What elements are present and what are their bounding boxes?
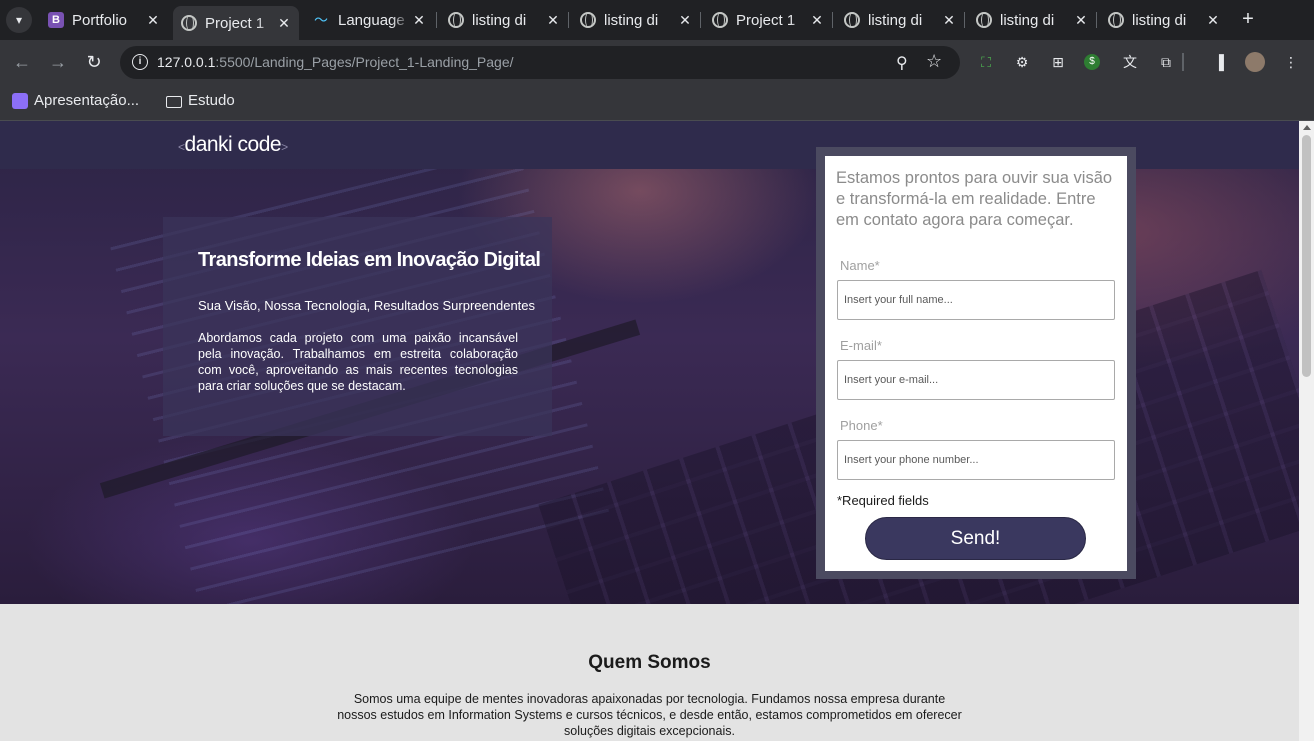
tab-title: Portfolio	[72, 11, 128, 29]
url-text[interactable]: 127.0.0.1:5500/Landing_Pages/Project_1-L…	[157, 54, 514, 70]
send-button[interactable]: Send!	[865, 517, 1086, 560]
tab-listing-3[interactable]: listing di ✕	[836, 6, 964, 34]
tab-separator	[832, 12, 833, 28]
tab-title: listing di	[604, 11, 659, 29]
page-scrollbar[interactable]	[1299, 121, 1314, 741]
new-tab-button[interactable]: +	[1236, 8, 1260, 30]
bookmark-folder-estudo[interactable]: Estudo	[166, 92, 235, 109]
tab-separator	[964, 12, 965, 28]
email-input[interactable]	[837, 360, 1115, 400]
tab-title: listing di	[868, 11, 923, 29]
intro-box: Transforme Ideias em Inovação Digital Su…	[163, 217, 552, 436]
zoom-icon[interactable]: ⚲	[896, 53, 908, 73]
tab-project-1[interactable]: Project 1 ✕	[704, 6, 832, 34]
screenshot-extension-icon[interactable]: ⛶	[976, 52, 996, 72]
reload-icon[interactable]: ↻	[83, 51, 105, 73]
app-icon	[12, 92, 28, 109]
bookmark-label: Apresentação...	[34, 92, 140, 109]
hero-subtitle: Sua Visão, Nossa Tecnologia, Resultados …	[198, 298, 536, 313]
close-icon[interactable]: ✕	[144, 12, 162, 29]
tab-listing-4[interactable]: listing di ✕	[968, 6, 1096, 34]
browser-toolbar: ← → ↻ i 127.0.0.1:5500/Landing_Pages/Pro…	[0, 40, 1314, 85]
url-path: :5500/Landing_Pages/Project_1-Landing_Pa…	[215, 54, 514, 70]
back-arrow-icon[interactable]: ←	[11, 51, 33, 73]
close-icon[interactable]: ✕	[808, 12, 826, 29]
bootstrap-icon: B	[48, 12, 64, 28]
tab-strip: ▾ B Portfolio ✕ Project 1 ✕ 〜 Language ✕…	[0, 0, 1314, 40]
globe-icon	[712, 12, 728, 28]
globe-icon	[580, 12, 596, 28]
globe-icon	[1108, 12, 1124, 28]
tab-separator	[700, 12, 701, 28]
required-fields-note: *Required fields	[837, 493, 929, 508]
folder-icon	[166, 95, 182, 108]
tab-title: listing di	[1000, 11, 1055, 29]
side-panel-icon[interactable]: ▐	[1209, 52, 1229, 72]
kebab-menu-icon[interactable]: ⋮	[1281, 52, 1301, 72]
scroll-up-arrow-icon[interactable]	[1303, 125, 1311, 130]
form-lead-text: Estamos prontos para ouvir sua visão e t…	[836, 169, 1113, 229]
bookmark-label: Estudo	[188, 92, 235, 109]
bookmark-apresentacao[interactable]: Apresentação...	[12, 92, 139, 109]
tab-listing-1[interactable]: listing di ✕	[440, 6, 568, 34]
close-icon[interactable]: ✕	[676, 12, 694, 29]
tab-title: Language	[338, 11, 405, 29]
about-title: Quem Somos	[588, 652, 711, 673]
email-label: E-mail*	[840, 338, 882, 353]
tab-separator	[568, 12, 569, 28]
address-bar[interactable]: i 127.0.0.1:5500/Landing_Pages/Project_1…	[120, 46, 960, 79]
url-host: 127.0.0.1	[157, 54, 216, 70]
tab-listing-5[interactable]: listing di ✕	[1100, 6, 1228, 34]
tab-title: Project 1	[205, 14, 265, 32]
wave-icon: 〜	[314, 12, 328, 28]
contact-form: Estamos prontos para ouvir sua visão e t…	[825, 156, 1127, 571]
name-label: Name*	[840, 258, 880, 273]
globe-icon	[844, 12, 860, 28]
tab-listing-2[interactable]: listing di ✕	[572, 6, 700, 34]
phone-label: Phone*	[840, 418, 883, 433]
about-section: Quem Somos Somos uma equipe de mentes in…	[0, 604, 1299, 741]
close-icon[interactable]: ✕	[410, 12, 428, 29]
hero-section: <danki code> Transforme Ideias em Inovaç…	[0, 121, 1299, 604]
contact-form-frame: Estamos prontos para ouvir sua visão e t…	[816, 147, 1136, 579]
close-icon[interactable]: ✕	[275, 15, 293, 32]
gear-extension-icon[interactable]: ⚙	[1012, 52, 1032, 72]
scrollbar-thumb[interactable]	[1302, 135, 1311, 377]
globe-icon	[976, 12, 992, 28]
translate-extension-icon[interactable]: 文	[1120, 52, 1140, 72]
dollar-extension-icon[interactable]: $	[1084, 54, 1100, 70]
close-icon[interactable]: ✕	[940, 12, 958, 29]
tab-search-button[interactable]: ▾	[6, 7, 32, 33]
tab-project-1-active[interactable]: Project 1 ✕	[173, 6, 299, 40]
close-icon[interactable]: ✕	[1072, 12, 1090, 29]
tab-separator	[1096, 12, 1097, 28]
forward-arrow-icon[interactable]: →	[47, 51, 69, 73]
tab-title: listing di	[1132, 11, 1187, 29]
phone-input[interactable]	[837, 440, 1115, 480]
extension-icon[interactable]: ⊞	[1048, 52, 1068, 72]
close-icon[interactable]: ✕	[544, 12, 562, 29]
tab-title: Project 1	[736, 11, 796, 29]
tab-title: listing di	[472, 11, 527, 29]
hero-description: Abordamos cada projeto com uma paixão in…	[198, 331, 518, 393]
about-text: Somos uma equipe de mentes inovadoras ap…	[337, 692, 962, 738]
tab-separator	[436, 12, 437, 28]
toolbar-separator	[1182, 53, 1184, 71]
site-info-icon[interactable]: i	[132, 54, 148, 70]
puzzle-extensions-icon[interactable]: ⧉	[1156, 52, 1176, 72]
name-input[interactable]	[837, 280, 1115, 320]
logo-bracket-right: >	[281, 140, 288, 154]
site-logo[interactable]: <danki code>	[178, 133, 288, 157]
profile-avatar[interactable]	[1245, 52, 1265, 72]
bookmark-star-icon[interactable]: ☆	[926, 51, 942, 72]
globe-icon	[181, 15, 197, 31]
page-viewport: <danki code> Transforme Ideias em Inovaç…	[0, 121, 1299, 741]
tab-language[interactable]: 〜 Language ✕	[306, 6, 434, 34]
hero-title: Transforme Ideias em Inovação Digital	[198, 249, 541, 271]
tab-portfolio[interactable]: B Portfolio ✕	[40, 6, 168, 34]
bookmarks-bar: Apresentação... Estudo	[0, 85, 1314, 121]
globe-icon	[448, 12, 464, 28]
close-icon[interactable]: ✕	[1204, 12, 1222, 29]
logo-text: danki code	[184, 133, 282, 156]
